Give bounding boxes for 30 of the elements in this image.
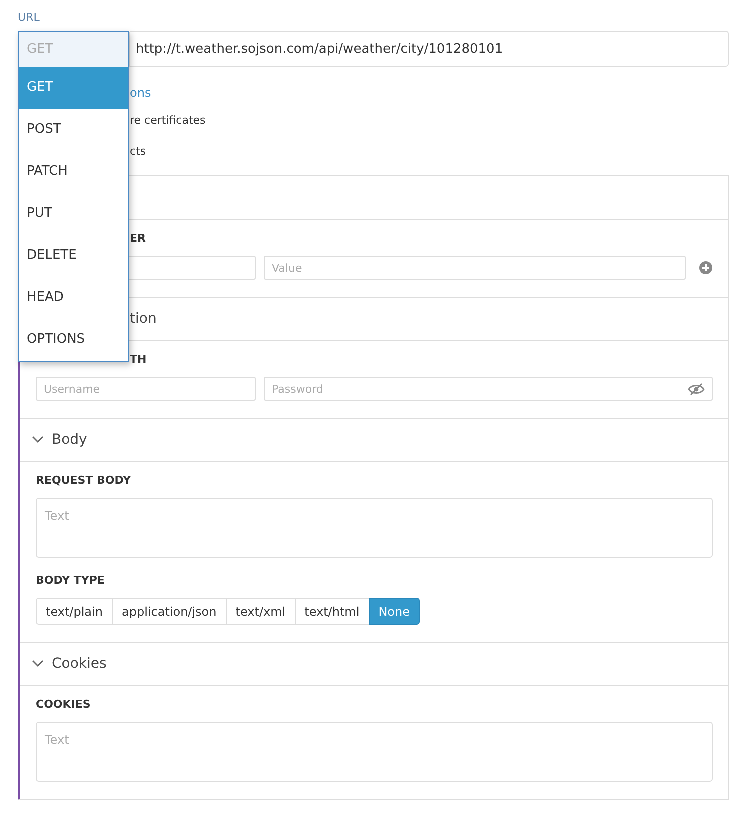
section-title: Body	[52, 432, 88, 448]
eye-slash-icon[interactable]	[688, 382, 705, 396]
body-type-button[interactable]: text/xml	[226, 598, 296, 625]
option-label: re certificates	[130, 114, 206, 127]
field-label: REQUEST BODY	[36, 474, 132, 488]
options-link[interactable]: ons	[130, 86, 152, 100]
method-dropdown[interactable]: GET GET POST PATCH PUT DELETE HEAD OPTIONS	[18, 31, 129, 362]
username-field[interactable]: Username	[36, 377, 256, 401]
body-type-button[interactable]: text/plain	[36, 598, 113, 625]
option-label: cts	[130, 145, 146, 158]
field-label: BODY TYPE	[36, 574, 106, 588]
url-label: URL	[18, 11, 41, 25]
section-header[interactable]: Body	[20, 418, 728, 462]
request-body-field[interactable]: Text	[36, 498, 713, 558]
header-value-field[interactable]: Value	[264, 256, 686, 280]
method-option[interactable]: DELETE	[19, 235, 128, 277]
url-field[interactable]: http://t.weather.sojson.com/api/weather/city/101280101	[129, 31, 729, 67]
method-option[interactable]: PUT	[19, 193, 128, 235]
field-label: ER	[129, 232, 147, 246]
body-type-button[interactable]: application/json	[112, 598, 227, 625]
section-header[interactable]: Cookies	[20, 642, 728, 686]
section-title: tion	[130, 311, 157, 327]
field-label: COOKIES	[36, 698, 92, 712]
add-icon[interactable]	[699, 261, 713, 275]
method-option[interactable]: PATCH	[19, 151, 128, 193]
body-type-button[interactable]: text/html	[294, 598, 370, 625]
cookies-field[interactable]: Text	[36, 722, 713, 782]
method-option[interactable]: POST	[19, 109, 128, 151]
field-label: TH	[129, 353, 148, 367]
section-title: Cookies	[52, 656, 107, 672]
